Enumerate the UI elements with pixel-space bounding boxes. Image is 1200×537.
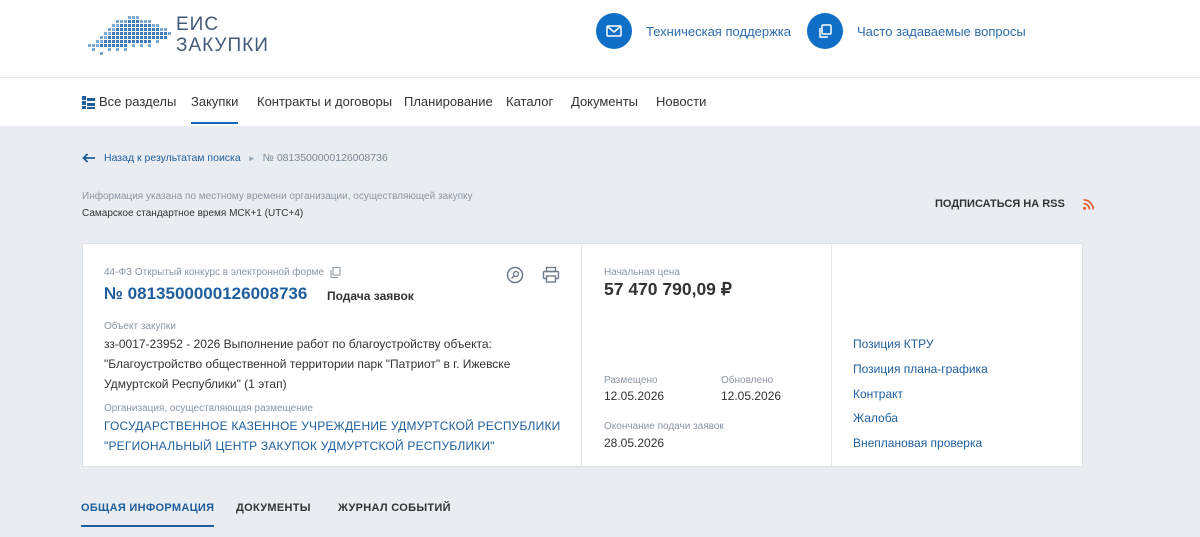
logo-text: ЕИС ЗАКУПКИ: [176, 14, 269, 56]
content-tabs: ОБЩАЯ ИНФОРМАЦИЯ ДОКУМЕНТЫ ЖУРНАЛ СОБЫТИ…: [0, 490, 1200, 537]
tab-general-info[interactable]: ОБЩАЯ ИНФОРМАЦИЯ: [81, 502, 215, 527]
eis-logo[interactable]: ЕИС ЗАКУПКИ: [82, 12, 272, 58]
rss-subscribe-link[interactable]: ПОДПИСАТЬСЯ НА RSS: [935, 198, 1094, 210]
object-label: Объект закупки: [104, 321, 176, 332]
breadcrumb: Назад к результатам поиска ► № 081350000…: [82, 150, 388, 166]
procurement-card: 44-ФЗ Открытый конкурс в электронной фор…: [82, 243, 1083, 467]
timezone-note: Информация указана по местному времени о…: [82, 191, 473, 202]
breadcrumb-separator-icon: ►: [247, 153, 256, 163]
envelope-icon: [596, 13, 632, 49]
price-label: Начальная цена: [604, 267, 680, 278]
updated-date: 12.05.2026: [721, 389, 782, 403]
deadline-date: 28.05.2026: [604, 436, 665, 450]
posted-label: Размещено: [604, 375, 658, 386]
tab-event-log[interactable]: ЖУРНАЛ СОБЫТИЙ: [338, 502, 451, 514]
nav-item-purchases[interactable]: Закупки: [191, 94, 239, 124]
site-header: ЕИС ЗАКУПКИ Техническая поддержка Часто …: [0, 0, 1200, 78]
timezone-value: Самарское стандартное время МСК+1 (UTC+4…: [82, 208, 304, 219]
contract-link[interactable]: Контракт: [853, 387, 903, 401]
logo-line-2: ЗАКУПКИ: [176, 35, 269, 56]
object-line: зз-0017-23952 - 2026 Выполнение работ по…: [104, 337, 492, 351]
posted-date: 12.05.2026: [604, 389, 665, 403]
deadline-label: Окончание подачи заявок: [604, 421, 724, 432]
card-divider: [831, 244, 832, 466]
card-divider: [581, 244, 582, 466]
registry-number[interactable]: № 0813500000126008736: [104, 284, 307, 304]
org-line: ГОСУДАРСТВЕННОЕ КАЗЕННОЕ УЧРЕЖДЕНИЕ УДМУ…: [104, 419, 561, 433]
object-line: Удмуртской Республики" (1 этап): [104, 377, 287, 391]
nav-item-all-sections[interactable]: Все разделы: [99, 94, 176, 109]
nav-item-documents[interactable]: Документы: [571, 94, 638, 109]
copy-icon[interactable]: [330, 267, 341, 278]
back-to-results-link[interactable]: Назад к результатам поиска: [104, 152, 241, 164]
object-line: "Благоустройство общественной территории…: [104, 357, 511, 371]
nav-item-news[interactable]: Новости: [656, 94, 706, 109]
complaint-link[interactable]: Жалоба: [853, 411, 898, 425]
initial-price: 57 470 790,09 ₽: [604, 279, 732, 299]
updated-label: Обновлено: [721, 375, 774, 386]
main-nav: Все разделы Закупки Контракты и договоры…: [0, 78, 1200, 126]
arrow-left-icon[interactable]: [82, 153, 96, 163]
org-line: "РЕГИОНАЛЬНЫЙ ЦЕНТР ЗАКУПОК УДМУРТСКОЙ Р…: [104, 439, 495, 453]
russia-map-logo-icon: [88, 16, 171, 55]
law-type: 44-ФЗ Открытый конкурс в электронной фор…: [104, 267, 341, 278]
rss-icon: [1082, 198, 1094, 210]
faq-link[interactable]: Часто задаваемые вопросы: [807, 12, 1026, 50]
schedule-position-link[interactable]: Позиция плана-графика: [853, 362, 988, 376]
support-link[interactable]: Техническая поддержка: [596, 12, 791, 50]
support-label: Техническая поддержка: [646, 23, 791, 39]
unscheduled-inspection-link[interactable]: Внеплановая проверка: [853, 436, 982, 450]
law-type-label: 44-ФЗ Открытый конкурс в электронной фор…: [104, 267, 325, 278]
nav-item-contracts[interactable]: Контракты и договоры: [257, 94, 392, 109]
tab-documents[interactable]: ДОКУМЕНТЫ: [236, 502, 311, 514]
nav-item-planning[interactable]: Планирование: [404, 94, 493, 109]
organization-link[interactable]: ГОСУДАРСТВЕННОЕ КАЗЕННОЕ УЧРЕЖДЕНИЕ УДМУ…: [104, 416, 564, 456]
rss-label: ПОДПИСАТЬСЯ НА RSS: [935, 198, 1065, 210]
logo-line-1: ЕИС: [176, 14, 220, 35]
procurement-stage: Подача заявок: [327, 289, 414, 303]
grid-icon: [82, 96, 95, 109]
ktru-position-link[interactable]: Позиция КТРУ: [853, 337, 933, 351]
org-label: Организация, осуществляющая размещение: [104, 403, 313, 414]
faq-label: Часто задаваемые вопросы: [857, 23, 1026, 39]
search-icon[interactable]: [506, 266, 524, 284]
copy-icon: [807, 13, 843, 49]
nav-item-catalog[interactable]: Каталог: [506, 94, 553, 109]
printer-icon[interactable]: [542, 266, 560, 284]
object-description: зз-0017-23952 - 2026 Выполнение работ по…: [104, 334, 524, 394]
breadcrumb-current: № 0813500000126008736: [262, 152, 388, 164]
